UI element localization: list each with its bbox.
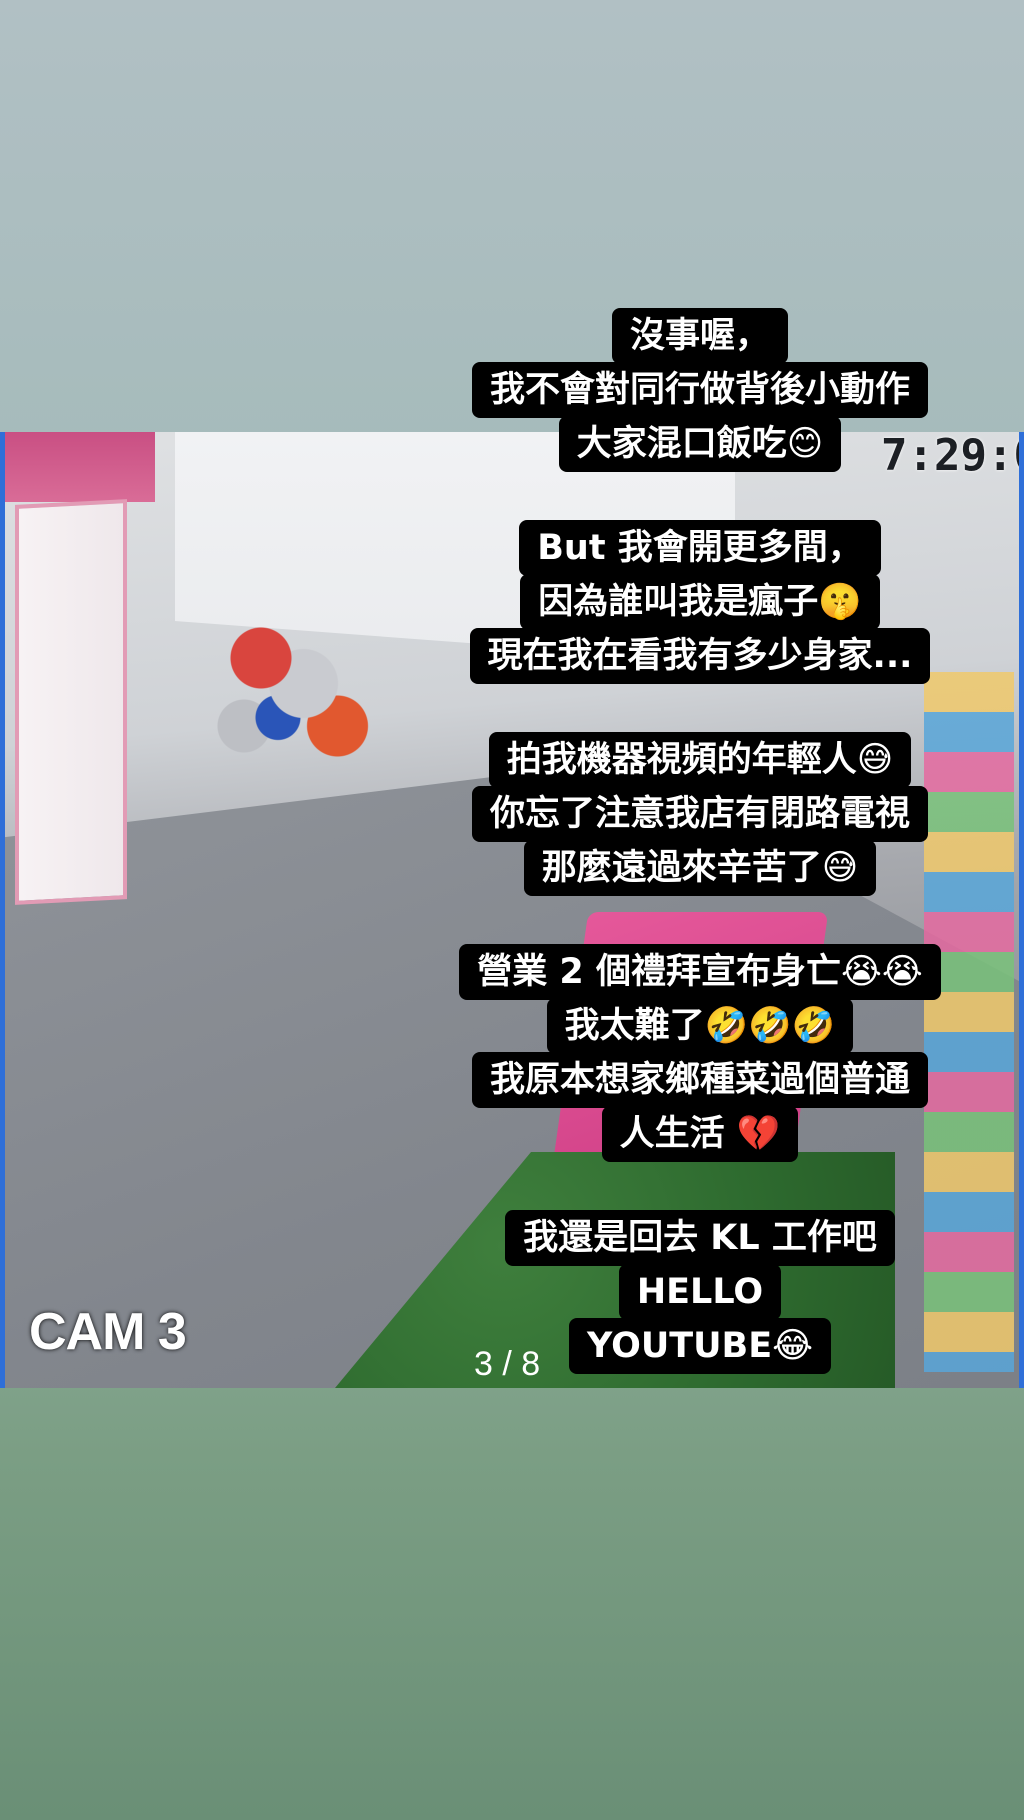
story-caption: 沒事喔， 我不會對同行做背後小動作 大家混口飯吃😊 But 我會開更多間， 因為… xyxy=(420,308,980,1422)
caption-line: 大家混口飯吃😊 xyxy=(558,416,842,472)
caption-line: 拍我機器視頻的年輕人😅 xyxy=(488,732,912,788)
caption-line: 我太難了🤣🤣🤣 xyxy=(546,998,854,1054)
caption-line: 沒事喔， xyxy=(611,308,788,364)
caption-paragraph-4: 營業 2 個禮拜宣布身亡😭😭 我太難了🤣🤣🤣 我原本想家鄉種菜過個普通 人生活 … xyxy=(420,944,980,1162)
frame-edge-right xyxy=(1019,432,1024,1388)
caption-line: 那麼遠過來辛苦了😅 xyxy=(523,840,877,896)
caption-paragraph-2: But 我會開更多間， 因為誰叫我是瘋子🤫 現在我在看我有多少身家... xyxy=(420,520,980,684)
caption-line: HELLO xyxy=(618,1264,782,1320)
caption-paragraph-1: 沒事喔， 我不會對同行做背後小動作 大家混口飯吃😊 xyxy=(420,308,980,472)
caption-line: 因為誰叫我是瘋子🤫 xyxy=(520,574,880,630)
cctv-camera-label: CAM 3 xyxy=(29,1303,187,1361)
white-cabinet xyxy=(15,499,127,905)
caption-paragraph-5: 我還是回去 KL 工作吧 HELLO YOUTUBE😂 xyxy=(420,1210,980,1374)
caption-line: 營業 2 個禮拜宣布身亡😭😭 xyxy=(459,944,941,1000)
caption-line: 人生活 💔 xyxy=(601,1106,799,1162)
caption-line: 我原本想家鄉種菜過個普通 xyxy=(471,1052,928,1108)
claw-machine xyxy=(5,432,155,502)
caption-line: 現在我在看我有多少身家... xyxy=(469,628,931,684)
caption-line: YOUTUBE😂 xyxy=(568,1318,832,1374)
prize-bags xyxy=(210,607,380,777)
caption-line: 我還是回去 KL 工作吧 xyxy=(505,1210,895,1266)
caption-paragraph-3: 拍我機器視頻的年輕人😅 你忘了注意我店有閉路電視 那麼遠過來辛苦了😅 xyxy=(420,732,980,896)
caption-line: But 我會開更多間， xyxy=(519,520,881,576)
caption-line: 我不會對同行做背後小動作 xyxy=(471,362,928,418)
caption-line: 你忘了注意我店有閉路電視 xyxy=(471,786,928,842)
